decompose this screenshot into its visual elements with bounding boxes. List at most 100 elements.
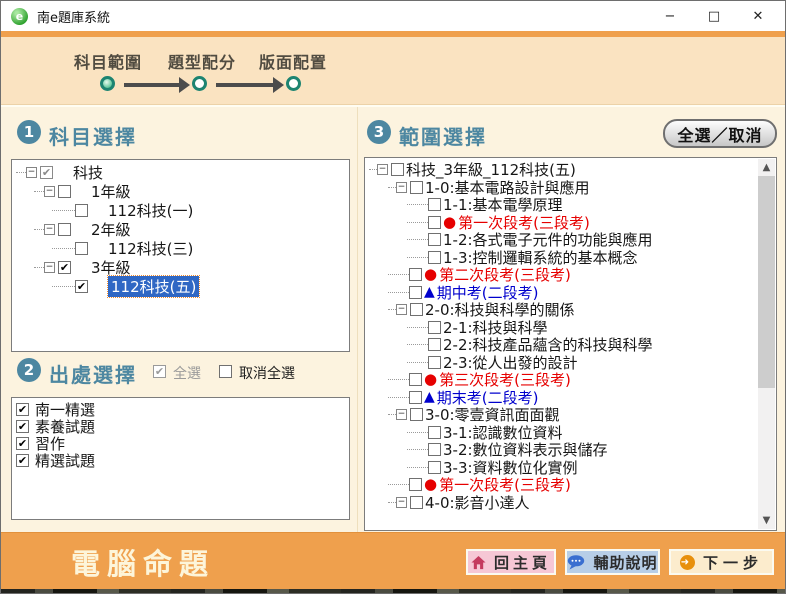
tree-item[interactable]: ▲期末考(二段考) xyxy=(365,389,758,407)
home-icon xyxy=(471,555,486,570)
checkbox[interactable]: ✔ xyxy=(16,420,29,433)
checkbox[interactable] xyxy=(428,233,441,246)
expand-toggle-icon[interactable]: − xyxy=(26,167,37,178)
checkbox[interactable] xyxy=(410,408,423,421)
column-divider xyxy=(357,107,358,532)
tree-item-label[interactable]: 1年級 xyxy=(91,181,131,202)
tree-item[interactable]: − 2年級 xyxy=(12,220,349,239)
checkbox[interactable] xyxy=(409,478,422,491)
tree-item[interactable]: 112科技(三) xyxy=(12,239,349,258)
tree-item-label[interactable]: 2年級 xyxy=(91,219,131,240)
step-dot-1-active-icon xyxy=(100,76,115,91)
tree-item[interactable]: ✔ 精選試題 xyxy=(12,452,349,469)
close-button[interactable]: ✕ xyxy=(743,5,773,27)
checkbox[interactable] xyxy=(428,426,441,439)
tree-item-label[interactable]: 4-0:影音小達人 xyxy=(425,492,530,513)
home-button[interactable]: 回主頁 xyxy=(466,549,556,575)
maximize-button[interactable]: □ xyxy=(699,5,729,27)
checkbox[interactable] xyxy=(75,242,88,255)
checkbox[interactable] xyxy=(410,181,423,194)
tree-connector xyxy=(16,172,26,173)
deselect-all-checkbox[interactable] xyxy=(219,365,232,378)
checkbox[interactable] xyxy=(391,163,404,176)
tree-item[interactable]: − 1年級 xyxy=(12,182,349,201)
checkbox[interactable] xyxy=(428,443,441,456)
step-arrow-icon xyxy=(216,83,274,87)
checkbox[interactable] xyxy=(428,216,441,229)
checkbox[interactable] xyxy=(428,251,441,264)
tree-item[interactable]: − 4-0:影音小達人 xyxy=(365,494,758,512)
checkbox[interactable] xyxy=(409,391,422,404)
tree-item-label[interactable]: 112科技(三) xyxy=(108,238,193,259)
checkbox[interactable]: ✔ xyxy=(75,280,88,293)
expand-toggle-icon[interactable]: − xyxy=(44,224,55,235)
tree-connector xyxy=(407,432,428,433)
tree-item-label[interactable]: 精選試題 xyxy=(35,450,95,471)
checkbox[interactable] xyxy=(409,268,422,281)
next-step-button[interactable]: ➜ 下一步 xyxy=(669,549,774,575)
main-top-highlight xyxy=(1,105,785,107)
section-2-number-badge: 2 xyxy=(17,358,41,382)
help-button-label: 輔助說明 xyxy=(593,552,657,573)
expand-toggle-icon[interactable]: − xyxy=(396,182,407,193)
checkbox[interactable]: ✔ xyxy=(16,437,29,450)
tree-connector xyxy=(407,239,428,240)
tree-connector xyxy=(407,344,428,345)
minimize-button[interactable]: − xyxy=(655,5,685,27)
tree-connector xyxy=(52,286,75,287)
checkbox[interactable]: ✔ xyxy=(40,166,53,179)
tree-item[interactable]: ●第一次段考(三段考) xyxy=(365,476,758,494)
checkbox[interactable] xyxy=(428,338,441,351)
help-button[interactable]: 輔助說明 xyxy=(565,549,660,575)
checkbox[interactable]: ✔ xyxy=(16,403,29,416)
section-3-title: 範圍選擇 xyxy=(399,121,487,150)
checkbox[interactable] xyxy=(428,461,441,474)
checkbox[interactable] xyxy=(58,223,71,236)
checkbox[interactable] xyxy=(410,496,423,509)
scrollbar-thumb[interactable] xyxy=(758,176,775,388)
tree-connector xyxy=(407,327,428,328)
tree-item-label[interactable]: 3年級 xyxy=(91,257,131,278)
checkbox[interactable] xyxy=(58,185,71,198)
tree-connector xyxy=(52,248,75,249)
expand-toggle-icon[interactable]: − xyxy=(44,186,55,197)
tree-connector xyxy=(407,467,428,468)
wizard-steps: 科目範圍 題型配分 版面配置 xyxy=(1,37,785,105)
tree-connector xyxy=(388,292,409,293)
tree-connector xyxy=(34,229,44,230)
select-all-checkbox[interactable]: ✔ xyxy=(153,365,166,378)
window-title: 南e題庫系統 xyxy=(37,7,110,26)
checkbox[interactable] xyxy=(428,198,441,211)
tree-item[interactable]: −✔ 3年級 xyxy=(12,258,349,277)
checkbox[interactable] xyxy=(409,286,422,299)
scroll-up-icon[interactable]: ▲ xyxy=(758,159,775,176)
checkbox[interactable] xyxy=(409,373,422,386)
expand-toggle-icon[interactable]: − xyxy=(396,409,407,420)
tree-item-label[interactable]: 112科技(五) xyxy=(108,276,199,297)
checkbox[interactable] xyxy=(75,204,88,217)
checkbox[interactable] xyxy=(428,321,441,334)
select-all-toggle-button[interactable]: 全選／取消 xyxy=(663,119,777,148)
checkbox[interactable] xyxy=(410,303,423,316)
tree-item[interactable]: ✔ 112科技(五) xyxy=(12,277,349,296)
red-circle-icon: ● xyxy=(424,477,437,492)
expand-toggle-icon[interactable]: − xyxy=(377,164,388,175)
expand-toggle-icon[interactable]: − xyxy=(44,262,55,273)
checkbox[interactable]: ✔ xyxy=(16,454,29,467)
speech-bubble-icon xyxy=(567,555,585,570)
scroll-down-icon[interactable]: ▼ xyxy=(758,512,775,529)
tree-item[interactable]: −✔ 科技 xyxy=(12,163,349,182)
tree-connector xyxy=(388,502,396,503)
tree-item-label[interactable]: 112科技(一) xyxy=(108,200,193,221)
expand-toggle-icon[interactable]: − xyxy=(396,497,407,508)
tree-item-label[interactable]: 科技 xyxy=(73,162,103,183)
tree-item[interactable]: −2-0:科技與科學的關係 xyxy=(365,301,758,319)
tree-item[interactable]: ●第二次段考(三段考) xyxy=(365,266,758,284)
tree-item[interactable]: ●第三次段考(三段考) xyxy=(365,371,758,389)
tree-item[interactable]: 112科技(一) xyxy=(12,201,349,220)
expand-toggle-icon[interactable]: − xyxy=(396,304,407,315)
step-label-layout: 版面配置 xyxy=(259,49,327,73)
checkbox[interactable] xyxy=(428,356,441,369)
scrollbar[interactable]: ▲ ▼ xyxy=(758,159,775,529)
checkbox[interactable]: ✔ xyxy=(58,261,71,274)
